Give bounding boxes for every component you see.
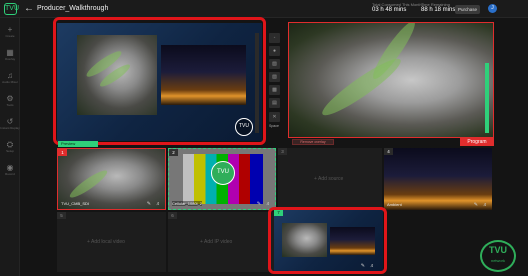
volume-icon[interactable]: ♬ — [266, 201, 271, 207]
edit-icon[interactable]: ✎ — [257, 201, 261, 207]
source-number: 5 — [57, 212, 66, 219]
remaining-stat: Time Remaining 88 h 18 mins — [421, 2, 455, 13]
app-window: TVU ← Producer_Walkthrough Total Consume… — [0, 0, 528, 276]
source-tile-5[interactable]: 5 + Add local video — [57, 212, 166, 272]
consumed-value: 03 h 48 mins — [372, 7, 407, 13]
volume-icon[interactable]: ♬ — [156, 201, 161, 207]
edit-icon[interactable]: ✎ — [147, 201, 151, 207]
add-ip-video-link[interactable]: + Add IP video — [200, 239, 232, 245]
source-label: Cellular_1080i_2 — [172, 201, 203, 206]
source-number: 3 — [278, 148, 287, 155]
sidebar-item-setup[interactable]: ⛭ Setup — [0, 140, 20, 153]
tool-mix[interactable]: ▩ — [269, 85, 280, 95]
sidebar-item-label: Record — [5, 172, 15, 176]
preview-label: Preview — [58, 141, 98, 147]
sidebar-item-tools[interactable]: ⚙ Tools — [0, 94, 20, 107]
tool-wipe[interactable]: ▧ — [269, 59, 280, 69]
program-label: Program — [460, 138, 494, 146]
volume-icon[interactable]: ♬ — [483, 202, 488, 208]
tool-space-label: Space — [269, 124, 279, 128]
tvu-logo-circle: TVU — [211, 161, 235, 185]
consumed-stat: Total Consumed This Month 03 h 48 mins — [372, 2, 422, 13]
add-local-video-link[interactable]: + Add local video — [87, 239, 125, 245]
sidebar-item-label: Tools — [6, 103, 14, 107]
add-source-link[interactable]: + Add source — [314, 176, 343, 182]
purchase-button[interactable]: Purchase — [455, 5, 480, 14]
avatar[interactable]: J — [488, 4, 497, 13]
tool-auto[interactable]: ● — [269, 46, 280, 56]
sidebar-item-label: Instant Replay — [0, 126, 20, 130]
sidebar-item-overlay[interactable]: ▦ Overlay — [0, 48, 20, 61]
sidebar-item-label: Audio Mixer — [2, 80, 18, 84]
source-number: 2 — [169, 149, 178, 156]
watermark-text: TVU — [489, 245, 507, 255]
page-title: Producer_Walkthrough — [37, 5, 109, 12]
program-audio-meter — [485, 63, 489, 133]
tool-space[interactable]: ✕ — [269, 112, 280, 122]
source-number: 6 — [168, 212, 177, 219]
source-7-highlight-box — [268, 207, 387, 274]
tvu-logo[interactable]: TVU — [4, 3, 19, 15]
top-bar: TVU ← Producer_Walkthrough Total Consume… — [0, 0, 528, 18]
source-label: Ambient — [387, 202, 402, 207]
sidebar-item-record[interactable]: ◉ Record — [0, 163, 20, 176]
tool-layout[interactable]: ▤ — [269, 98, 280, 108]
program-monitor[interactable] — [288, 22, 494, 138]
sidebar: + Create ▦ Overlay ♫ Audio Mixer ⚙ Tools… — [0, 18, 20, 276]
gear-icon: ⛭ — [6, 140, 14, 149]
back-arrow-icon[interactable]: ← — [24, 3, 34, 14]
source-tile-6[interactable]: 6 + Add IP video — [168, 212, 276, 272]
tvu-network-watermark: TVU network — [480, 240, 516, 272]
audio-icon: ♫ — [7, 71, 13, 80]
tool-cut[interactable]: ◦ — [269, 33, 280, 43]
source-tile-4[interactable]: 4 Ambient ✎ ♬ — [384, 148, 492, 210]
sidebar-item-replay[interactable]: ↺ Instant Replay — [0, 117, 20, 130]
tools-icon: ⚙ — [6, 94, 14, 103]
tool-fade[interactable]: ▨ — [269, 72, 280, 82]
overlay-icon: ▦ — [6, 48, 14, 57]
edit-icon[interactable]: ✎ — [474, 202, 478, 208]
sidebar-item-label: Create — [5, 34, 15, 38]
record-icon: ◉ — [6, 163, 14, 172]
sidebar-item-create[interactable]: + Create — [0, 25, 20, 38]
source-number: 1 — [58, 149, 67, 156]
watermark-sub: network — [490, 258, 505, 263]
remove-overlay-button[interactable]: Remove overlay — [292, 139, 334, 145]
source-tile-2[interactable]: TVU 2 Cellular_1080i_2 ✎ ♬ — [168, 148, 276, 210]
source-label: TVU_CMB_SDI — [61, 201, 90, 206]
replay-icon: ↺ — [6, 117, 14, 126]
plus-icon: + — [7, 25, 13, 34]
remaining-value: 88 h 18 mins — [421, 7, 456, 13]
sidebar-item-label: Setup — [6, 149, 14, 153]
preview-highlight-box — [53, 17, 266, 145]
source-tile-3[interactable]: 3 + Add source — [278, 148, 382, 210]
sidebar-item-audio[interactable]: ♫ Audio Mixer — [0, 71, 20, 84]
source-number: 4 — [384, 148, 393, 155]
sidebar-item-label: Overlay — [4, 57, 16, 61]
source-tile-1[interactable]: 1 TVU_CMB_SDI ✎ ♬ — [57, 148, 166, 210]
